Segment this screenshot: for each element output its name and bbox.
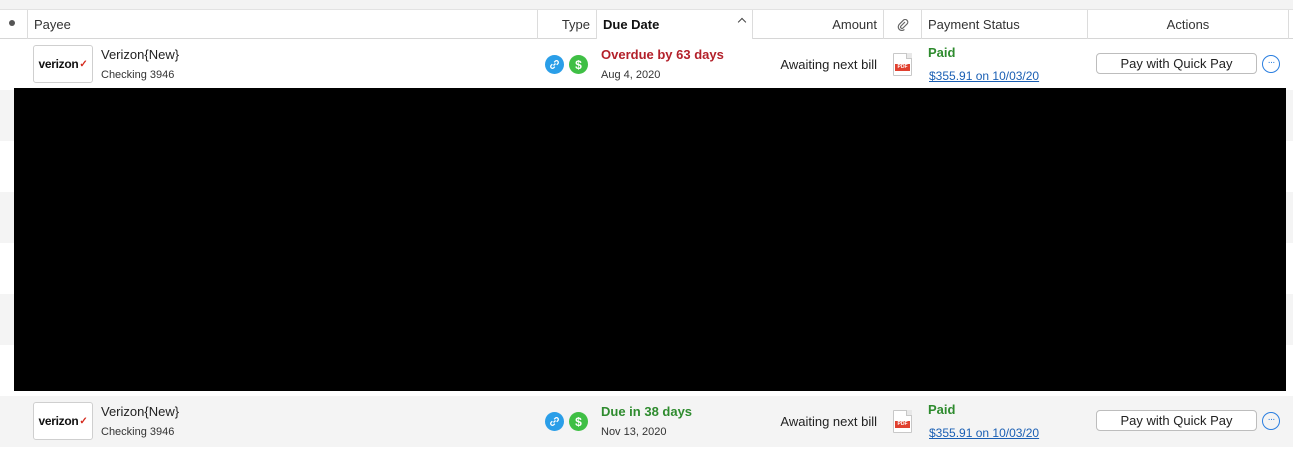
unread-dot-icon <box>9 20 15 26</box>
payee-account: Checking 3946 <box>101 69 175 81</box>
table-bottom-padding <box>0 447 1293 460</box>
pay-with-quick-pay-button[interactable]: Pay with Quick Pay <box>1096 410 1257 431</box>
pay-with-quick-pay-button[interactable]: Pay with Quick Pay <box>1096 53 1257 74</box>
more-options-icon[interactable]: ··· <box>1262 412 1280 430</box>
pdf-icon[interactable]: PDF <box>893 410 912 433</box>
column-header-marker[interactable] <box>0 10 28 39</box>
table-row[interactable]: verizon ✓ Verizon{New} Checking 3946 $ Ov… <box>0 39 1293 90</box>
dollar-icon[interactable]: $ <box>569 412 588 431</box>
redacted-block <box>14 88 1286 391</box>
payee-name[interactable]: Verizon{New} <box>101 404 179 419</box>
column-header-due-date[interactable]: Due Date <box>597 10 753 39</box>
payment-status: Paid <box>928 45 956 60</box>
link-icon[interactable] <box>545 412 564 431</box>
pdf-tag: PDF <box>895 421 910 428</box>
column-header-actions[interactable]: Actions <box>1088 10 1289 39</box>
payment-status: Paid <box>928 402 956 417</box>
payee-logo: verizon ✓ <box>33 45 93 83</box>
dollar-icon[interactable]: $ <box>569 55 588 74</box>
sort-ascending-icon <box>737 17 747 27</box>
pdf-icon[interactable]: PDF <box>893 53 912 76</box>
column-header-attachment[interactable] <box>884 10 922 39</box>
amount-value: Awaiting next bill <box>780 57 877 72</box>
table-header: Payee Type Due Date Amount Payment Statu… <box>0 10 1293 39</box>
column-header-type[interactable]: Type <box>538 10 597 39</box>
payment-detail-link[interactable]: $355.91 on 10/03/20 <box>929 426 1039 440</box>
amount-value: Awaiting next bill <box>780 414 877 429</box>
more-options-icon[interactable]: ··· <box>1262 55 1280 73</box>
logo-checkmark: ✓ <box>79 415 88 427</box>
pdf-tag: PDF <box>895 64 910 71</box>
due-date: Nov 13, 2020 <box>601 426 667 438</box>
payment-detail-link[interactable]: $355.91 on 10/03/20 <box>929 69 1039 83</box>
payee-account: Checking 3946 <box>101 426 175 438</box>
column-header-payee[interactable]: Payee <box>28 10 538 39</box>
due-status: Due in 38 days <box>601 404 693 419</box>
column-header-payment-status[interactable]: Payment Status <box>922 10 1088 39</box>
logo-wordmark: verizon <box>38 57 79 71</box>
payee-logo: verizon ✓ <box>33 402 93 440</box>
link-icon[interactable] <box>545 55 564 74</box>
payee-name[interactable]: Verizon{New} <box>101 47 179 62</box>
table-row[interactable]: verizon ✓ Verizon{New} Checking 3946 $ Du… <box>0 396 1293 447</box>
due-status: Overdue by 63 days <box>601 47 724 62</box>
due-date: Aug 4, 2020 <box>601 69 661 81</box>
toolbar-strip <box>0 0 1293 10</box>
column-header-amount[interactable]: Amount <box>753 10 884 39</box>
logo-wordmark: verizon <box>38 414 79 428</box>
logo-checkmark: ✓ <box>79 58 88 70</box>
due-date-header-label: Due Date <box>603 17 660 32</box>
paperclip-icon <box>897 18 908 31</box>
